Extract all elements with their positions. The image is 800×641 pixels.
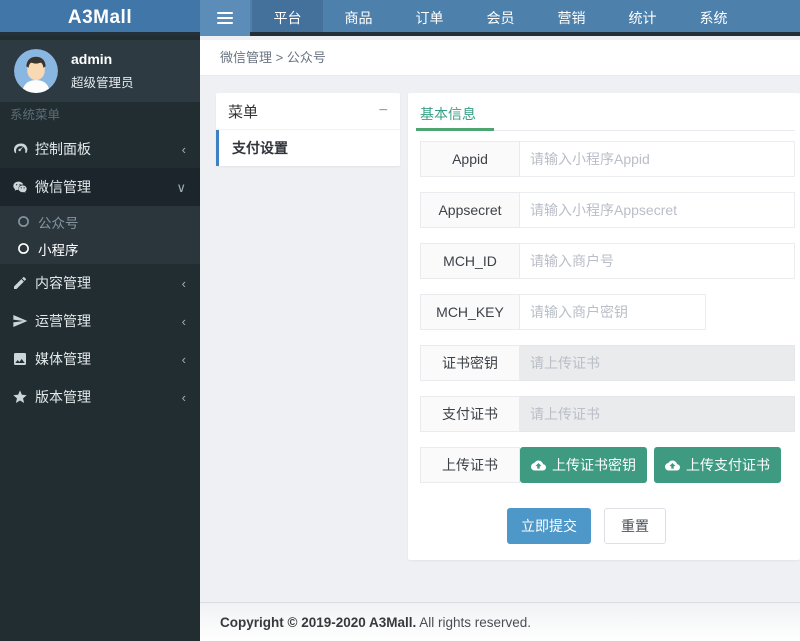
form-row-upload-cert: 上传证书 上传证书密钥 上传支付证书 <box>420 447 795 483</box>
cloud-upload-icon <box>531 458 546 473</box>
nav-item-system[interactable]: 系统 <box>678 0 749 32</box>
user-role: 超级管理员 <box>71 72 134 91</box>
upload-pay-cert-button[interactable]: 上传支付证书 <box>654 447 781 483</box>
sidebar-item-label: 版本管理 <box>35 387 91 407</box>
sidebar-item-wechat[interactable]: 微信管理 ∨ <box>0 168 200 206</box>
form-row-mch-id: MCH_ID <box>420 243 795 279</box>
breadcrumb: 微信管理 > 公众号 <box>200 40 800 76</box>
user-panel: admin 超级管理员 <box>0 40 200 102</box>
footer-rights: All rights reserved. <box>416 615 531 630</box>
menu-panel-item-payment-settings[interactable]: 支付设置 <box>216 130 400 166</box>
sidebar-subitem-mini-program[interactable]: 小程序 <box>0 235 200 262</box>
form-row-cert-key: 证书密钥 <box>420 345 795 381</box>
avatar <box>14 49 58 93</box>
sidebar-subitem-official-account[interactable]: 公众号 <box>0 208 200 235</box>
sidebar-item-label: 运营管理 <box>35 311 91 331</box>
chevron-left-icon: ‹ <box>182 277 186 290</box>
footer-copyright: Copyright © 2019-2020 A3Mall. <box>220 615 416 630</box>
cert-key-label: 证书密钥 <box>420 345 520 381</box>
form-row-appid: Appid <box>420 141 795 177</box>
content-area: 菜单 − 支付设置 基本信息 Appid Appsecret MCH_ID <box>200 76 800 602</box>
submit-button[interactable]: 立即提交 <box>507 508 591 544</box>
nav-item-goods[interactable]: 商品 <box>323 0 394 32</box>
cloud-upload-icon <box>665 458 680 473</box>
chevron-left-icon: ‹ <box>182 353 186 366</box>
sidebar-toggle-button[interactable] <box>200 0 250 36</box>
sidebar-item-label: 微信管理 <box>35 177 91 197</box>
footer: Copyright © 2019-2020 A3Mall. All rights… <box>200 602 800 641</box>
person-avatar-icon <box>14 49 58 93</box>
chevron-left-icon: ‹ <box>182 391 186 404</box>
upload-buttons: 上传证书密钥 上传支付证书 <box>520 447 781 483</box>
chevron-left-icon: ‹ <box>182 315 186 328</box>
sidebar-item-label: 控制面板 <box>35 139 91 159</box>
sidebar-item-media[interactable]: 媒体管理 ‹ <box>0 340 200 378</box>
sidebar-item-dashboard[interactable]: 控制面板 ‹ <box>0 130 200 168</box>
chevron-down-icon: ∨ <box>176 181 186 194</box>
nav-item-marketing[interactable]: 营销 <box>536 0 607 32</box>
menu-panel-header: 菜单 − <box>216 93 400 130</box>
star-icon <box>12 389 28 405</box>
appid-input[interactable] <box>520 141 795 177</box>
image-icon <box>12 351 28 367</box>
sidebar-item-version[interactable]: 版本管理 ‹ <box>0 378 200 416</box>
circle-o-icon <box>17 242 30 255</box>
circle-o-icon <box>17 215 30 228</box>
appsecret-input[interactable] <box>520 192 795 228</box>
wechat-icon <box>12 179 28 195</box>
chevron-left-icon: ‹ <box>182 143 186 156</box>
form-row-mch-key: MCH_KEY <box>420 294 795 330</box>
mch-key-label: MCH_KEY <box>420 294 520 330</box>
appid-label: Appid <box>420 141 520 177</box>
submit-row: 立即提交 重置 <box>507 508 795 544</box>
sidebar-subitem-label: 小程序 <box>38 239 79 259</box>
nav-item-members[interactable]: 会员 <box>465 0 536 32</box>
tab-active-underline <box>416 128 494 131</box>
hamburger-icon <box>217 12 233 14</box>
reset-button[interactable]: 重置 <box>604 508 666 544</box>
sidebar-item-operations[interactable]: 运营管理 ‹ <box>0 302 200 340</box>
nav-item-statistics[interactable]: 统计 <box>607 0 678 32</box>
admin-app: admin 超级管理员 系统菜单 控制面板 ‹ 微信管理 ∨ <box>0 0 800 641</box>
nav-items: 平台 商品 订单 会员 营销 统计 系统 <box>252 0 749 32</box>
form-row-appsecret: Appsecret <box>420 192 795 228</box>
sidebar: admin 超级管理员 系统菜单 控制面板 ‹ 微信管理 ∨ <box>0 0 200 641</box>
mch-id-input[interactable] <box>520 243 795 279</box>
upload-cert-label: 上传证书 <box>420 447 520 483</box>
nav-item-platform[interactable]: 平台 <box>252 0 323 32</box>
form-row-pay-cert: 支付证书 <box>420 396 795 432</box>
sidebar-item-label: 内容管理 <box>35 273 91 293</box>
top-navbar: 平台 商品 订单 会员 营销 统计 系统 <box>200 0 800 36</box>
appsecret-label: Appsecret <box>420 192 520 228</box>
mch-id-label: MCH_ID <box>420 243 520 279</box>
tab-basic-info[interactable]: 基本信息 <box>420 93 480 124</box>
sidebar-subitem-label: 公众号 <box>38 212 79 232</box>
app-logo: A3Mall <box>0 0 200 36</box>
menu-panel: 菜单 − 支付设置 <box>216 93 400 166</box>
collapse-icon[interactable]: − <box>379 103 388 119</box>
pay-cert-label: 支付证书 <box>420 396 520 432</box>
tabs: 基本信息 <box>420 93 795 131</box>
sidebar-section-title: 系统菜单 <box>0 104 200 123</box>
menu-panel-title: 菜单 <box>228 101 258 122</box>
dashboard-icon <box>12 141 28 157</box>
cert-key-input <box>520 345 795 381</box>
user-name: admin <box>71 51 134 67</box>
sidebar-menu: 控制面板 ‹ 微信管理 ∨ 公众号 <box>0 130 200 416</box>
pay-cert-input <box>520 396 795 432</box>
wechat-submenu: 公众号 小程序 <box>0 206 200 264</box>
nav-item-orders[interactable]: 订单 <box>394 0 465 32</box>
send-icon <box>12 313 28 329</box>
edit-icon <box>12 275 28 291</box>
sidebar-item-content[interactable]: 内容管理 ‹ <box>0 264 200 302</box>
user-meta: admin 超级管理员 <box>71 51 134 91</box>
form-panel: 基本信息 Appid Appsecret MCH_ID MCH_KEY 证书密钥 <box>408 93 800 560</box>
sidebar-item-label: 媒体管理 <box>35 349 91 369</box>
mch-key-input[interactable] <box>520 294 706 330</box>
upload-cert-key-button[interactable]: 上传证书密钥 <box>520 447 647 483</box>
